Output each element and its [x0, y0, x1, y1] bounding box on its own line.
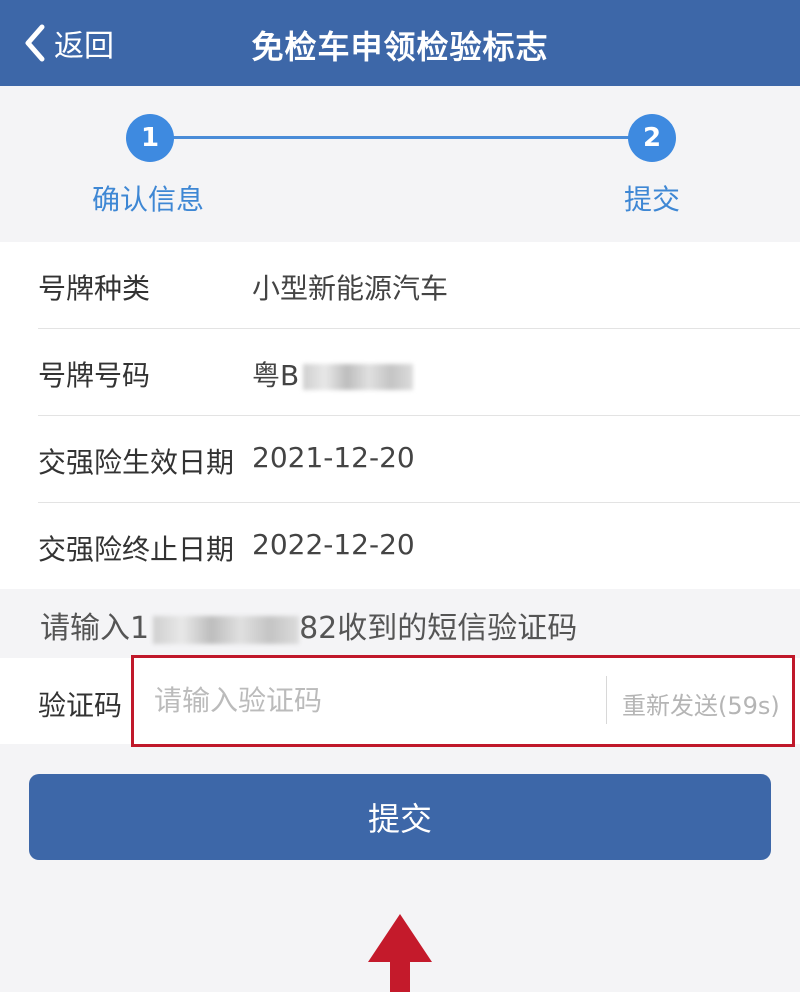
plate-number-redaction: [303, 364, 414, 390]
plate-type-value: 小型新能源汽车: [252, 272, 449, 305]
step-2-circle: 2: [628, 114, 676, 162]
arrow-up-icon: [368, 914, 432, 992]
info-row-plate-type: 号牌种类 小型新能源汽车: [38, 242, 800, 329]
input-divider: [606, 676, 607, 724]
sms-hint-prefix: 请输入1: [40, 611, 150, 646]
plate-number-value-wrap: 粤B: [252, 354, 414, 394]
plate-type-label: 号牌种类: [38, 272, 151, 305]
vehicle-info-list: 号牌种类 小型新能源汽车 号牌号码 粤B 交强险生效日期 2021-12-20 …: [0, 242, 800, 589]
info-row-plate-number: 号牌号码 粤B: [38, 329, 800, 416]
insurance-start-value: 2021-12-20: [252, 441, 415, 474]
step-connector-line: [150, 136, 652, 139]
verification-code-label: 验证码: [38, 689, 123, 722]
step-1-label: 确认信息: [92, 183, 205, 216]
phone-redaction: [153, 615, 300, 644]
plate-number-value: 粤B: [252, 359, 300, 392]
page-title: 免检车申领检验标志: [251, 28, 549, 66]
step-1-circle: 1: [126, 114, 174, 162]
insurance-start-label: 交强险生效日期: [38, 446, 235, 479]
header-bar: 返回 免检车申领检验标志: [0, 0, 800, 86]
plate-number-label: 号牌号码: [38, 359, 151, 392]
step-indicator: 1 确认信息 2 提交: [0, 86, 800, 242]
info-row-insurance-end: 交强险终止日期 2022-12-20: [38, 503, 800, 589]
info-row-insurance-start: 交强险生效日期 2021-12-20: [38, 416, 800, 503]
sms-hint-suffix: 82收到的短信验证码: [299, 611, 578, 646]
insurance-end-label: 交强险终止日期: [38, 533, 235, 566]
insurance-end-value: 2022-12-20: [252, 528, 415, 561]
verification-code-row: 验证码 重新发送(59s): [0, 658, 800, 744]
resend-code-button[interactable]: 重新发送(59s): [622, 686, 780, 721]
submit-button[interactable]: 提交: [29, 774, 771, 860]
sms-hint: 请输入1 82收到的短信验证码: [40, 603, 577, 647]
step-2-label: 提交: [624, 183, 681, 216]
verification-code-input[interactable]: [154, 682, 574, 718]
